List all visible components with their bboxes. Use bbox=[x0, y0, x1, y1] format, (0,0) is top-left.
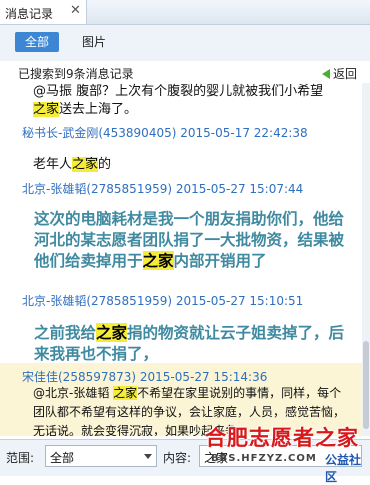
range-select[interactable]: 全部 bbox=[45, 445, 157, 467]
back-label: 返回 bbox=[333, 67, 358, 81]
scrollbar-thumb[interactable] bbox=[363, 341, 369, 429]
tab-message-history[interactable]: 消息记录 ✕ bbox=[0, 0, 87, 24]
scrollbar[interactable] bbox=[362, 83, 370, 436]
search-highlight: 之家 bbox=[96, 323, 128, 342]
message-history[interactable]: @马振 腹部？上次有个腹裂的婴儿就被我们小希望 之家送去上海了。 秘书长-武金刚(… bbox=[0, 83, 362, 436]
message-sender[interactable]: 宋佳佳(258597873) 2015-05-27 15:14:36 bbox=[22, 368, 267, 385]
tab-title: 消息记录 bbox=[5, 7, 54, 21]
search-highlight: 之家 bbox=[142, 251, 174, 270]
message-body: 这次的电脑耗材是我一个朋友捐助你们，他给河北的某志愿者团队捐了一大批物资，结果被… bbox=[34, 209, 345, 270]
back-button[interactable]: 返回 bbox=[322, 65, 357, 82]
message-body: 之前我给之家捐的物资就让云子姐卖掉了，后来我再也不捐了， bbox=[34, 323, 345, 363]
message-sender[interactable]: 秘书长-武金刚(453890405) 2015-05-17 22:42:38 bbox=[22, 124, 308, 141]
search-highlight: 之家 bbox=[113, 386, 138, 400]
range-label: 范围: bbox=[6, 451, 35, 465]
message-sender[interactable]: 北京-张雄韬(2785851959) 2015-05-27 15:07:44 bbox=[22, 180, 303, 197]
message-sender[interactable]: 北京-张雄韬(2785851959) 2015-05-27 15:10:51 bbox=[22, 292, 303, 309]
search-bar: 范围: 全部 内容: 之家 bbox=[0, 439, 370, 476]
search-input-value: 之家 bbox=[204, 451, 229, 465]
content-label: 内容: bbox=[163, 451, 192, 465]
filter-images-button[interactable]: 图片 bbox=[72, 32, 116, 52]
results-summary: 已搜索到9条消息记录 bbox=[18, 67, 134, 81]
close-icon[interactable]: ✕ bbox=[70, 4, 81, 18]
results-bar: 已搜索到9条消息记录 返回 bbox=[0, 61, 370, 83]
message-body: @马振 腹部？上次有个腹裂的婴儿就被我们小希望 之家送去上海了。 bbox=[33, 84, 324, 117]
range-value: 全部 bbox=[50, 451, 75, 465]
message-body: @北京-张雄韬 之家不希望在家里说别的事情，同样，每个团队都不希望有这样的争议，… bbox=[33, 386, 346, 436]
filter-all-button[interactable]: 全部 bbox=[15, 32, 59, 52]
back-arrow-icon bbox=[322, 69, 330, 79]
tab-bar: 消息记录 ✕ bbox=[0, 0, 370, 25]
message-body: 老年人之家的 bbox=[33, 157, 112, 172]
search-highlight: 之家 bbox=[33, 102, 60, 117]
search-input[interactable]: 之家 bbox=[199, 445, 362, 467]
chevron-down-icon bbox=[144, 454, 152, 459]
search-highlight: 之家 bbox=[72, 157, 99, 172]
filter-bar: 全部 图片 bbox=[0, 25, 370, 61]
